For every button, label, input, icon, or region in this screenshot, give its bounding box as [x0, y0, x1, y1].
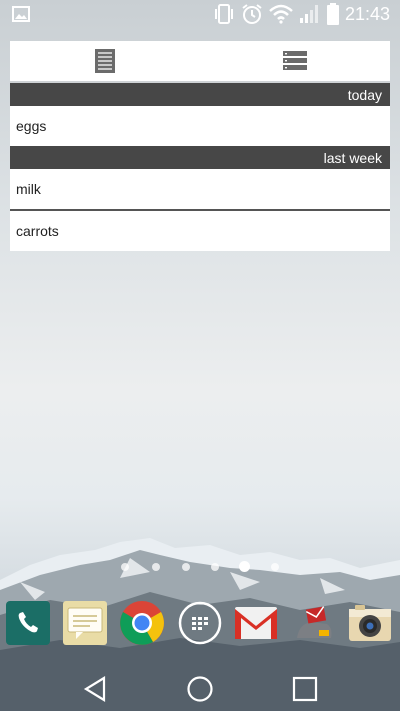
chrome-app[interactable] — [119, 600, 165, 646]
phone-app[interactable] — [5, 600, 51, 646]
app-dock — [0, 600, 400, 650]
home-button[interactable] — [183, 672, 217, 706]
list-view-icon — [95, 49, 115, 73]
mail-app-icon — [297, 606, 332, 638]
alarm-icon — [242, 4, 262, 24]
status-bar: 21:43 — [0, 0, 400, 30]
back-icon — [83, 676, 106, 702]
apps-drawer-icon — [178, 601, 222, 645]
gmail-icon — [235, 607, 277, 639]
section-header-last-week: last week — [10, 146, 390, 169]
page-dot[interactable] — [211, 563, 219, 571]
back-button[interactable] — [78, 672, 112, 706]
phone-icon — [6, 601, 50, 645]
page-dot[interactable] — [121, 563, 129, 571]
mail-app[interactable] — [291, 600, 337, 646]
chrome-icon — [120, 601, 164, 645]
gmail-app[interactable] — [233, 600, 279, 646]
tab-grouped-view[interactable] — [200, 41, 390, 81]
widget-tab-bar — [10, 41, 390, 83]
page-dot[interactable] — [152, 563, 160, 571]
camera-app[interactable] — [347, 600, 393, 646]
signal-icon — [299, 5, 318, 23]
image-notification-icon — [12, 6, 30, 22]
apps-drawer[interactable] — [177, 600, 223, 646]
list-item[interactable]: carrots — [10, 211, 390, 251]
clock: 21:43 — [344, 3, 390, 24]
wifi-icon — [269, 4, 293, 24]
navigation-bar — [0, 666, 400, 711]
tab-list-view[interactable] — [10, 41, 200, 81]
home-page-indicator — [0, 561, 400, 575]
page-dot[interactable] — [182, 563, 190, 571]
home-icon — [187, 676, 213, 702]
messages-app[interactable] — [62, 600, 108, 646]
camera-icon — [349, 605, 391, 641]
list-item[interactable]: milk — [10, 169, 390, 209]
grouped-view-icon — [283, 51, 307, 70]
vibrate-icon — [214, 4, 233, 24]
section-header-today: today — [10, 83, 390, 106]
shopping-list-widget: today eggs last week milk carrots — [10, 41, 390, 251]
page-dot-active[interactable] — [239, 561, 250, 572]
recents-icon — [292, 676, 318, 702]
page-dot[interactable] — [271, 563, 279, 571]
list-item[interactable]: eggs — [10, 106, 390, 146]
battery-icon — [326, 3, 339, 25]
recents-button[interactable] — [288, 672, 322, 706]
messages-icon — [63, 601, 107, 645]
